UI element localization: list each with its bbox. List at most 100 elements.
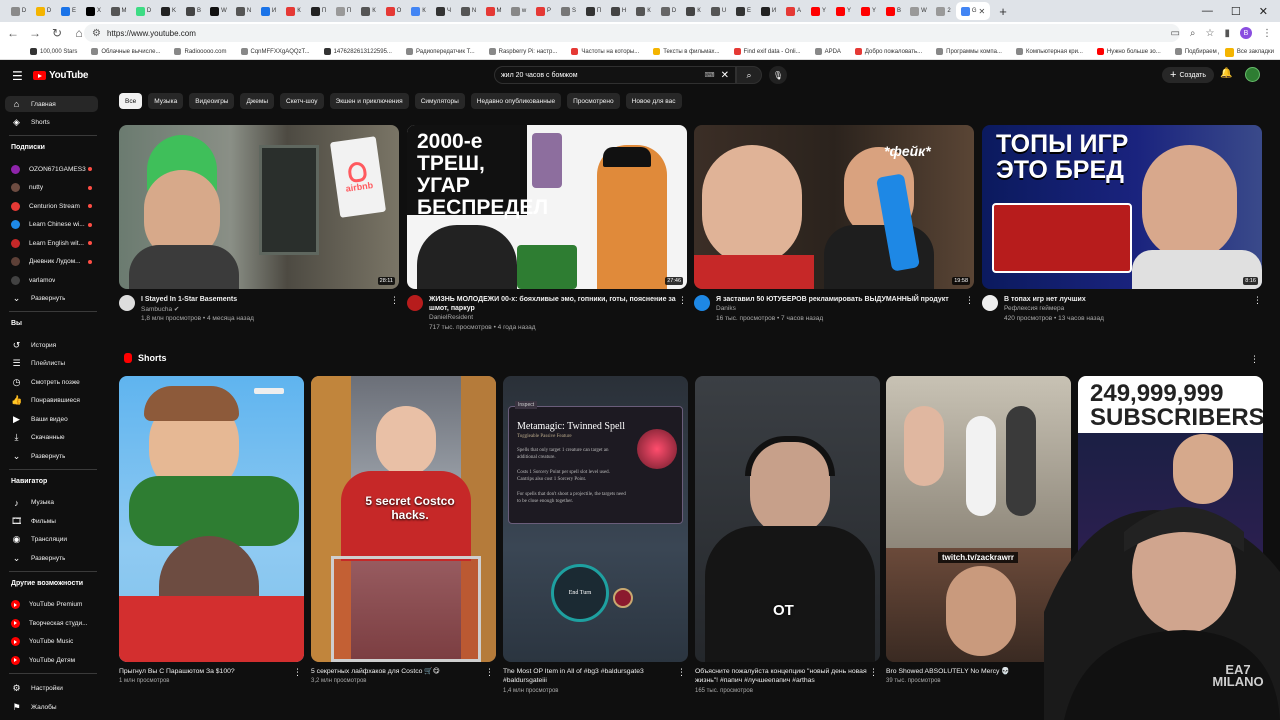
filter-chip[interactable]: Скетч-шоу (280, 93, 324, 109)
browser-tab[interactable]: N (456, 2, 481, 20)
short-title[interactable]: Объясните пожалуйста концепцию "новый де… (695, 667, 867, 685)
video-title[interactable]: В топах игр нет лучших (1004, 295, 1254, 304)
address-bar[interactable]: ⚙ https://www.youtube.com (84, 24, 1180, 42)
video-thumbnail[interactable]: ТОПЫ ИГР ЭТО БРЕД 8:16 (982, 125, 1262, 289)
browser-tab[interactable]: G ✕ (956, 2, 990, 20)
create-button[interactable]: + Создать (1162, 67, 1215, 83)
sidebar-item[interactable]: ↺ История (5, 337, 98, 353)
browser-tab[interactable]: К (406, 2, 431, 20)
short-card[interactable]: Inspect Metamagic: Twinned Spell Togglea… (503, 376, 688, 694)
bookmark-item[interactable]: Тексты в фильмах... (653, 48, 720, 55)
video-channel[interactable]: Daniks (716, 305, 736, 312)
video-channel[interactable]: DanielResident (429, 314, 473, 321)
filter-chip[interactable]: Джемы (240, 93, 274, 109)
account-avatar[interactable] (1245, 67, 1260, 82)
sidebar-item[interactable]: YouTube Premium (5, 597, 98, 613)
sidebar-item[interactable]: ◷ Смотреть позже (5, 374, 98, 390)
browser-tab[interactable]: Р (531, 2, 556, 20)
browser-menu-icon[interactable]: ⋮ (1262, 28, 1272, 39)
bookmark-item[interactable]: 1476282613122595... (323, 48, 392, 55)
bookmark-item[interactable]: Radiooooo.com (174, 48, 227, 55)
sidebar-item[interactable]: ◉ Трансляции (5, 532, 98, 548)
bookmark-item[interactable]: Радиопередатчик Т... (405, 48, 475, 55)
short-title[interactable]: The Most OP Item in All of #bg3 #baldurs… (503, 667, 675, 685)
channel-avatar[interactable] (119, 295, 135, 311)
browser-tab[interactable]: П (306, 2, 331, 20)
cast-icon[interactable]: ▭ (1170, 28, 1179, 39)
bookmark-item[interactable]: Компьютерная кри... (1015, 48, 1083, 55)
channel-avatar[interactable] (407, 295, 423, 311)
sidebar-item[interactable]: ⌂ Главная (5, 96, 98, 112)
browser-tab[interactable]: К (356, 2, 381, 20)
more-options-icon[interactable]: ⋮ (485, 667, 494, 678)
channel-avatar[interactable] (694, 295, 710, 311)
browser-tab[interactable]: W (206, 2, 231, 20)
sidebar-item[interactable]: ♪ Музыка (5, 495, 98, 511)
video-thumbnail[interactable]: airbnb 28:11 (119, 125, 399, 289)
browser-tab[interactable]: D (6, 2, 31, 20)
sidebar-item[interactable]: Learn English wit... (5, 235, 98, 251)
browser-tab[interactable]: E (56, 2, 81, 20)
sidebar-item[interactable]: ⌄ Развернуть (5, 448, 98, 464)
short-thumbnail[interactable]: Inspect Metamagic: Twinned Spell Togglea… (503, 376, 688, 662)
more-options-icon[interactable]: ⋮ (293, 667, 302, 678)
video-channel[interactable]: Рефлексия геймера (1004, 305, 1064, 312)
browser-tab[interactable]: M (106, 2, 131, 20)
browser-tab[interactable]: w (506, 2, 531, 20)
new-tab-icon[interactable]: + (994, 4, 1012, 19)
tab-close-icon[interactable]: ✕ (978, 7, 985, 16)
sidebar-item[interactable]: OZON671GAMES3 (5, 161, 98, 177)
short-card[interactable]: Прыгнул Вы С Парашютом За $100? 1 млн пр… (119, 376, 304, 684)
browser-tab[interactable]: Y (856, 2, 881, 20)
search-query[interactable]: жил 20 часов с бомжом (501, 72, 705, 79)
browser-tab[interactable]: B (881, 2, 906, 20)
browser-tab[interactable]: S (556, 2, 581, 20)
back-icon[interactable]: ← (4, 26, 22, 40)
sidebar-section-title[interactable]: Навигатор (11, 478, 47, 485)
zoom-icon[interactable]: ⌕ (1190, 28, 1196, 39)
bookmark-star-icon[interactable]: ☆ (1206, 28, 1215, 39)
bookmark-item[interactable]: Программы компа... (936, 48, 1002, 55)
video-title[interactable]: Я заставил 50 ЮТУБЕРОВ рекламировать ВЫД… (716, 295, 966, 304)
filter-chip[interactable]: Просмотрено (567, 93, 620, 109)
browser-tab[interactable]: X (81, 2, 106, 20)
browser-tab[interactable]: W (906, 2, 931, 20)
browser-tab[interactable]: К (681, 2, 706, 20)
sidebar-item[interactable]: Дневник Лудом... (5, 254, 98, 270)
short-thumbnail[interactable]: ОТ (695, 376, 880, 662)
minimize-icon[interactable]: — (1202, 5, 1213, 17)
filter-chip[interactable]: Все (119, 93, 143, 109)
short-thumbnail[interactable] (119, 376, 304, 662)
short-title[interactable]: 5 секретных лайфхаков для Costco 🛒😋 (311, 667, 483, 676)
sidebar-section-title[interactable]: Подписки (11, 144, 45, 151)
bookmark-item[interactable]: APDA (814, 48, 841, 55)
browser-tab[interactable]: Y (806, 2, 831, 20)
voice-search-button[interactable]: 🎙 (769, 66, 787, 84)
keyboard-icon[interactable]: ⌨ (705, 71, 715, 79)
sidebar-item[interactable]: Learn Chinese wi... (5, 217, 98, 233)
browser-tab[interactable]: К (631, 2, 656, 20)
sidebar-item[interactable]: YouTube Детям (5, 652, 98, 668)
video-thumbnail[interactable]: 2000-е ТРЕШ, УГАР БЕСПРЕДЕЛ 27:46 (407, 125, 687, 289)
bookmark-item[interactable]: CqnMFFXXgAQQzT... (240, 48, 310, 55)
browser-tab[interactable]: N (231, 2, 256, 20)
short-title[interactable]: Bro Showed ABSOLUTELY No Mercy 💀 (886, 667, 1058, 676)
browser-tab[interactable]: Y (831, 2, 856, 20)
sidebar-section-title[interactable]: Вы (11, 320, 22, 327)
video-card[interactable]: airbnb 28:11 I Stayed In 1-Star Basement… (119, 125, 399, 335)
maximize-icon[interactable]: ☐ (1231, 5, 1241, 18)
hamburger-menu-icon[interactable]: ☰ (12, 69, 23, 83)
notifications-bell-icon[interactable]: 🔔 (1220, 68, 1232, 79)
video-title[interactable]: ЖИЗНЬ МОЛОДЕЖИ 00-х: бояхливые эмо, гопн… (429, 295, 679, 313)
short-title[interactable]: Прыгнул Вы С Парашютом За $100? (119, 667, 291, 676)
video-card[interactable]: 2000-е ТРЕШ, УГАР БЕСПРЕДЕЛ 27:46 ЖИЗНЬ … (407, 125, 687, 335)
bookmark-item[interactable]: Нужно больше зо... (1096, 48, 1161, 55)
browser-tab[interactable]: К (281, 2, 306, 20)
more-options-icon[interactable]: ⋮ (1253, 295, 1262, 306)
shorts-more-icon[interactable]: ⋮ (1250, 354, 1259, 365)
browser-tab[interactable]: Е (731, 2, 756, 20)
reload-icon[interactable]: ↻ (48, 26, 66, 40)
browser-tab[interactable]: D (656, 2, 681, 20)
sidebar-item[interactable]: ⌄ Развернуть (5, 291, 98, 307)
profile-avatar[interactable]: B (1240, 27, 1252, 39)
